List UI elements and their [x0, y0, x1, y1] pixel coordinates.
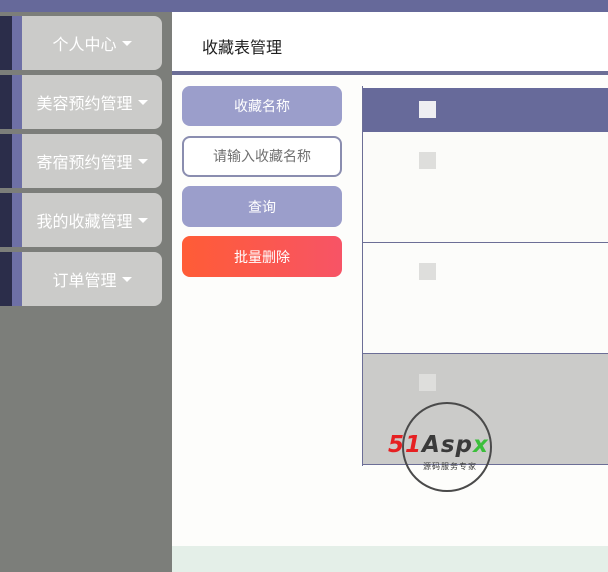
watermark-brand-x: x — [472, 432, 489, 458]
menu-indicator — [0, 75, 12, 129]
caret-down-icon — [137, 99, 148, 105]
sidebar: 个人中心 美容预约管理 寄宿预约管理 我的收藏管理 订单管理 — [0, 12, 172, 572]
batch-delete-button[interactable]: 批量删除 — [182, 236, 342, 277]
menu-button[interactable]: 美容预约管理 — [22, 75, 162, 129]
table-row — [363, 132, 608, 243]
caret-down-icon — [137, 217, 148, 223]
favorite-name-label: 收藏名称 — [182, 86, 342, 126]
menu-indicator-accent — [12, 252, 22, 306]
query-button[interactable]: 查询 — [182, 186, 342, 227]
table-row — [363, 243, 608, 354]
sidebar-item-label: 寄宿预约管理 — [36, 153, 133, 172]
menu-indicator-accent — [12, 16, 22, 70]
top-bar — [0, 0, 608, 12]
favorite-name-input[interactable] — [182, 136, 342, 177]
menu-button[interactable]: 个人中心 — [22, 16, 162, 70]
header-divider — [172, 71, 608, 75]
row-checkbox[interactable] — [419, 152, 436, 169]
sidebar-item-label: 订单管理 — [52, 271, 117, 290]
watermark-logo: 51Aspx 源码服务专家 — [388, 402, 512, 494]
sidebar-item-orders[interactable]: 订单管理 — [0, 248, 162, 306]
sidebar-item-personal-center[interactable]: 个人中心 — [0, 12, 162, 70]
row-checkbox[interactable] — [419, 263, 436, 280]
watermark-tagline: 源码服务专家 — [423, 462, 477, 471]
menu-indicator — [0, 134, 12, 188]
caret-down-icon — [121, 40, 132, 46]
menu-button[interactable]: 订单管理 — [22, 252, 162, 306]
page-header: 收藏表管理 — [172, 12, 608, 72]
sidebar-item-label: 个人中心 — [52, 35, 117, 54]
footer-strip — [172, 546, 608, 572]
menu-indicator-accent — [12, 75, 22, 129]
row-checkbox[interactable] — [419, 374, 436, 391]
select-all-checkbox[interactable] — [419, 101, 436, 118]
sidebar-item-beauty-booking[interactable]: 美容预约管理 — [0, 71, 162, 129]
menu-indicator-accent — [12, 134, 22, 188]
menu-button[interactable]: 我的收藏管理 — [22, 193, 162, 247]
caret-down-icon — [121, 276, 132, 282]
watermark-brand: 51Aspx — [388, 432, 512, 458]
sidebar-item-label: 美容预约管理 — [36, 94, 133, 113]
menu-indicator-accent — [12, 193, 22, 247]
sidebar-item-label: 我的收藏管理 — [36, 212, 133, 231]
menu-button[interactable]: 寄宿预约管理 — [22, 134, 162, 188]
menu-indicator — [0, 16, 12, 70]
sidebar-item-boarding-booking[interactable]: 寄宿预约管理 — [0, 130, 162, 188]
table-header — [363, 88, 608, 132]
menu-indicator — [0, 193, 12, 247]
menu-indicator — [0, 252, 12, 306]
watermark-brand-asp: Asp — [422, 432, 473, 458]
sidebar-item-my-favorites[interactable]: 我的收藏管理 — [0, 189, 162, 247]
watermark-brand-51: 51 — [388, 432, 423, 458]
page-title: 收藏表管理 — [202, 38, 283, 57]
caret-down-icon — [137, 158, 148, 164]
